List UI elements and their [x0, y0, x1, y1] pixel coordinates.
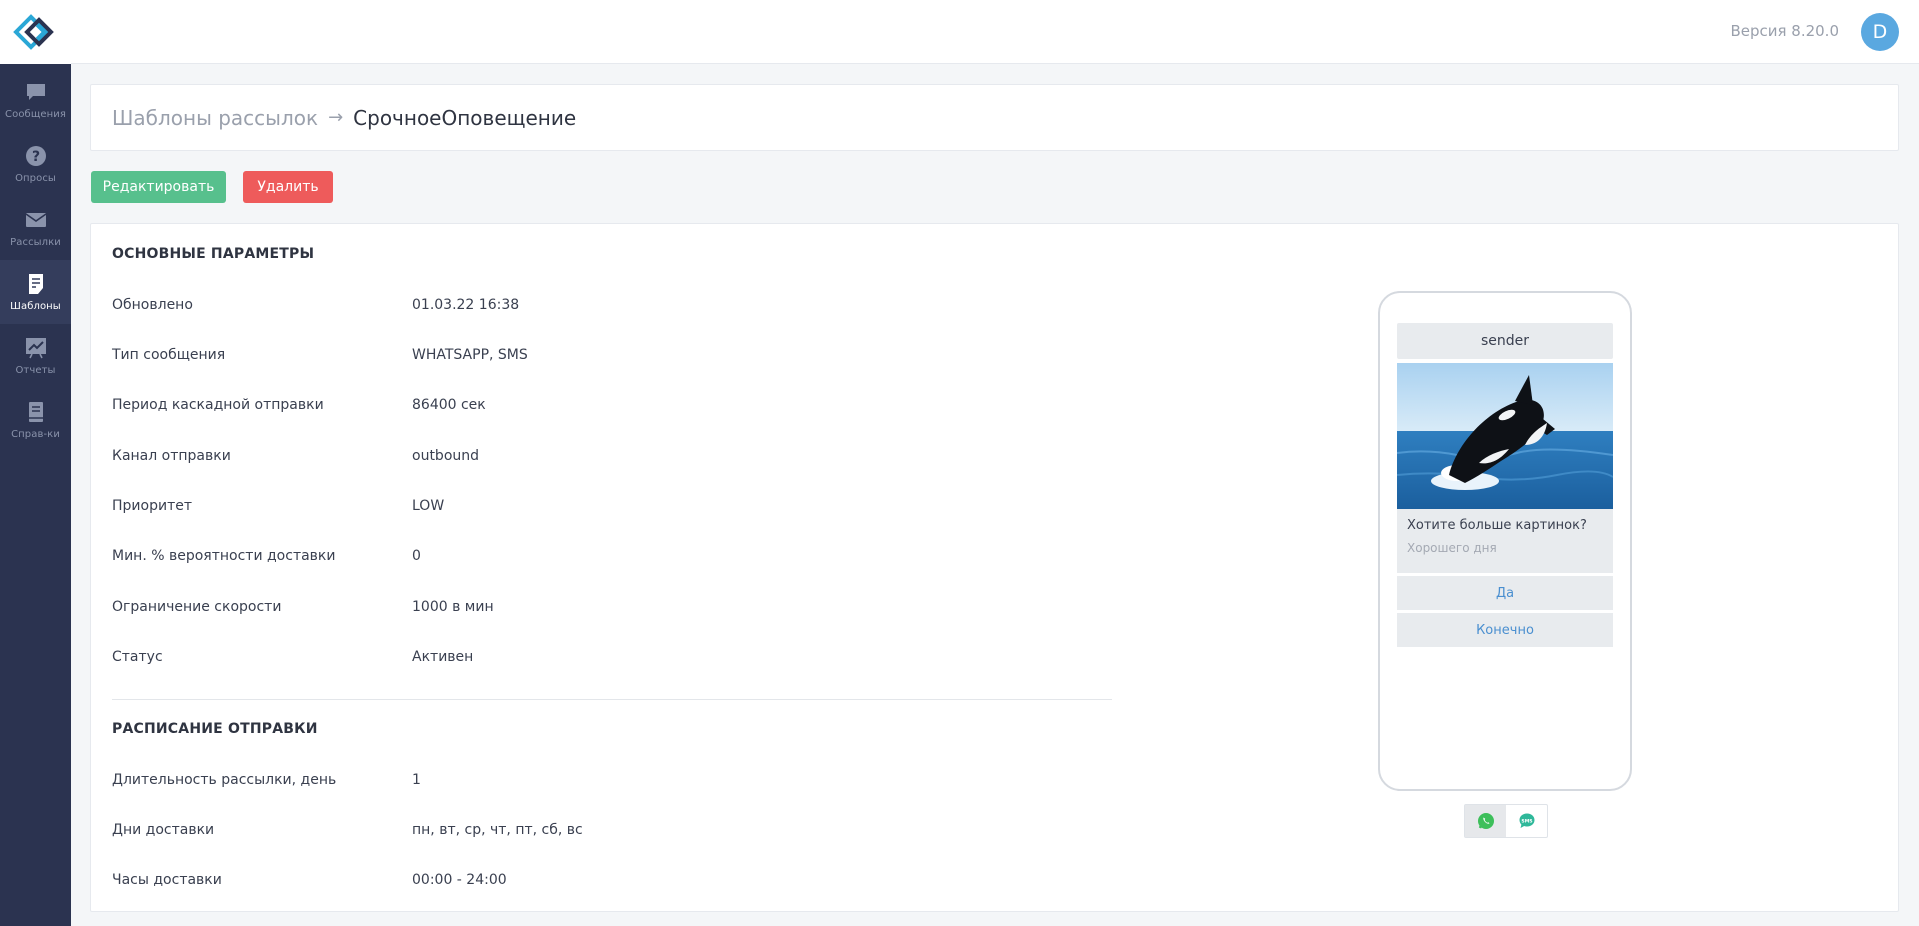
- section-title-schedule: РАСПИСАНИЕ ОТПРАВКИ: [112, 721, 318, 737]
- param-label: Обновлено: [112, 297, 193, 313]
- schedule-value: 1: [412, 772, 421, 788]
- sidebar-item-label: Рассылки: [10, 237, 61, 248]
- param-value: 0: [412, 548, 421, 564]
- preview-button-yes[interactable]: Да: [1397, 576, 1613, 610]
- chat-icon: [24, 80, 48, 104]
- param-value: 01.03.22 16:38: [412, 297, 520, 313]
- preview-image: [1397, 363, 1613, 509]
- sidebar: Сообщения ? Опросы Рассылки Шаблоны Отче…: [0, 0, 71, 926]
- param-label: Приоритет: [112, 498, 192, 514]
- sidebar-item-label: Шаблоны: [10, 301, 61, 312]
- param-value: outbound: [412, 448, 480, 464]
- param-value: LOW: [412, 498, 445, 514]
- svg-text:SMS: SMS: [1521, 818, 1532, 824]
- section-divider: [112, 699, 1112, 700]
- question-icon: ?: [24, 144, 48, 168]
- message-preview-phone: sender Хотите больше картинок? Хорошего …: [1378, 291, 1632, 791]
- template-icon: [24, 272, 48, 296]
- schedule-label: Дни доставки: [112, 822, 215, 838]
- breadcrumb-parent-link[interactable]: Шаблоны рассылок: [112, 106, 318, 130]
- sms-icon: SMS: [1519, 813, 1534, 828]
- sidebar-item-references[interactable]: Справ-ки: [0, 388, 71, 452]
- sidebar-nav: Сообщения ? Опросы Рассылки Шаблоны Отче…: [0, 64, 71, 452]
- schedule-label: Длительность рассылки, день: [112, 772, 337, 788]
- sidebar-item-polls[interactable]: ? Опросы: [0, 132, 71, 196]
- report-icon: [24, 336, 48, 360]
- template-details-card: ОСНОВНЫЕ ПАРАМЕТРЫ Обновлено 01.03.22 16…: [90, 223, 1899, 912]
- sidebar-item-mailings[interactable]: Рассылки: [0, 196, 71, 260]
- preview-sender: sender: [1397, 323, 1613, 359]
- logo-icon: [12, 14, 54, 50]
- param-value: WHATSAPP, SMS: [412, 347, 528, 363]
- param-value: 86400 сек: [412, 397, 486, 413]
- book-icon: [24, 400, 48, 424]
- preview-footer-text: Хорошего дня: [1407, 541, 1497, 555]
- preview-message: Хотите больше картинок? Хорошего дня: [1397, 509, 1613, 573]
- param-label: Период каскадной отправки: [112, 397, 324, 413]
- top-bar: Версия 8.20.0 D: [71, 0, 1919, 64]
- sidebar-item-messages[interactable]: Сообщения: [0, 68, 71, 132]
- svg-text:?: ?: [31, 149, 39, 165]
- preview-button-sure[interactable]: Конечно: [1397, 613, 1613, 647]
- param-label: Канал отправки: [112, 448, 231, 464]
- logo[interactable]: [0, 0, 71, 64]
- section-title-main-params: ОСНОВНЫЕ ПАРАМЕТРЫ: [112, 246, 315, 262]
- version-label: Версия 8.20.0: [1730, 22, 1839, 40]
- param-label: Тип сообщения: [112, 347, 226, 363]
- sidebar-item-label: Сообщения: [5, 109, 66, 120]
- breadcrumb: Шаблоны рассылок → СрочноеОповещение: [90, 84, 1899, 151]
- sidebar-item-label: Опросы: [15, 173, 56, 184]
- page-title: СрочноеОповещение: [353, 105, 577, 130]
- mail-icon: [24, 208, 48, 232]
- param-value: Активен: [412, 649, 474, 665]
- sms-tab[interactable]: SMS: [1506, 805, 1547, 837]
- delete-button[interactable]: Удалить: [243, 171, 333, 203]
- sidebar-item-label: Отчеты: [15, 365, 56, 376]
- arrow-right-icon: →: [328, 107, 344, 128]
- param-value: 1000 в мин: [412, 599, 494, 615]
- edit-button[interactable]: Редактировать: [91, 171, 226, 203]
- whatsapp-tab[interactable]: [1465, 805, 1506, 837]
- schedule-value: пн, вт, ср, чт, пт, сб, вс: [412, 822, 583, 838]
- sidebar-item-label: Справ-ки: [11, 429, 60, 440]
- schedule-label: Часы доставки: [112, 872, 222, 888]
- schedule-value: 00:00 - 24:00: [412, 872, 507, 888]
- avatar[interactable]: D: [1861, 13, 1899, 51]
- param-label: Мин. % вероятности доставки: [112, 548, 336, 564]
- sidebar-item-reports[interactable]: Отчеты: [0, 324, 71, 388]
- param-label: Ограничение скорости: [112, 599, 282, 615]
- param-label: Статус: [112, 649, 163, 665]
- whatsapp-icon: [1477, 813, 1494, 829]
- preview-message-text: Хотите больше картинок?: [1407, 518, 1587, 533]
- sidebar-item-templates[interactable]: Шаблоны: [0, 260, 71, 324]
- channel-switcher: SMS: [1464, 804, 1548, 838]
